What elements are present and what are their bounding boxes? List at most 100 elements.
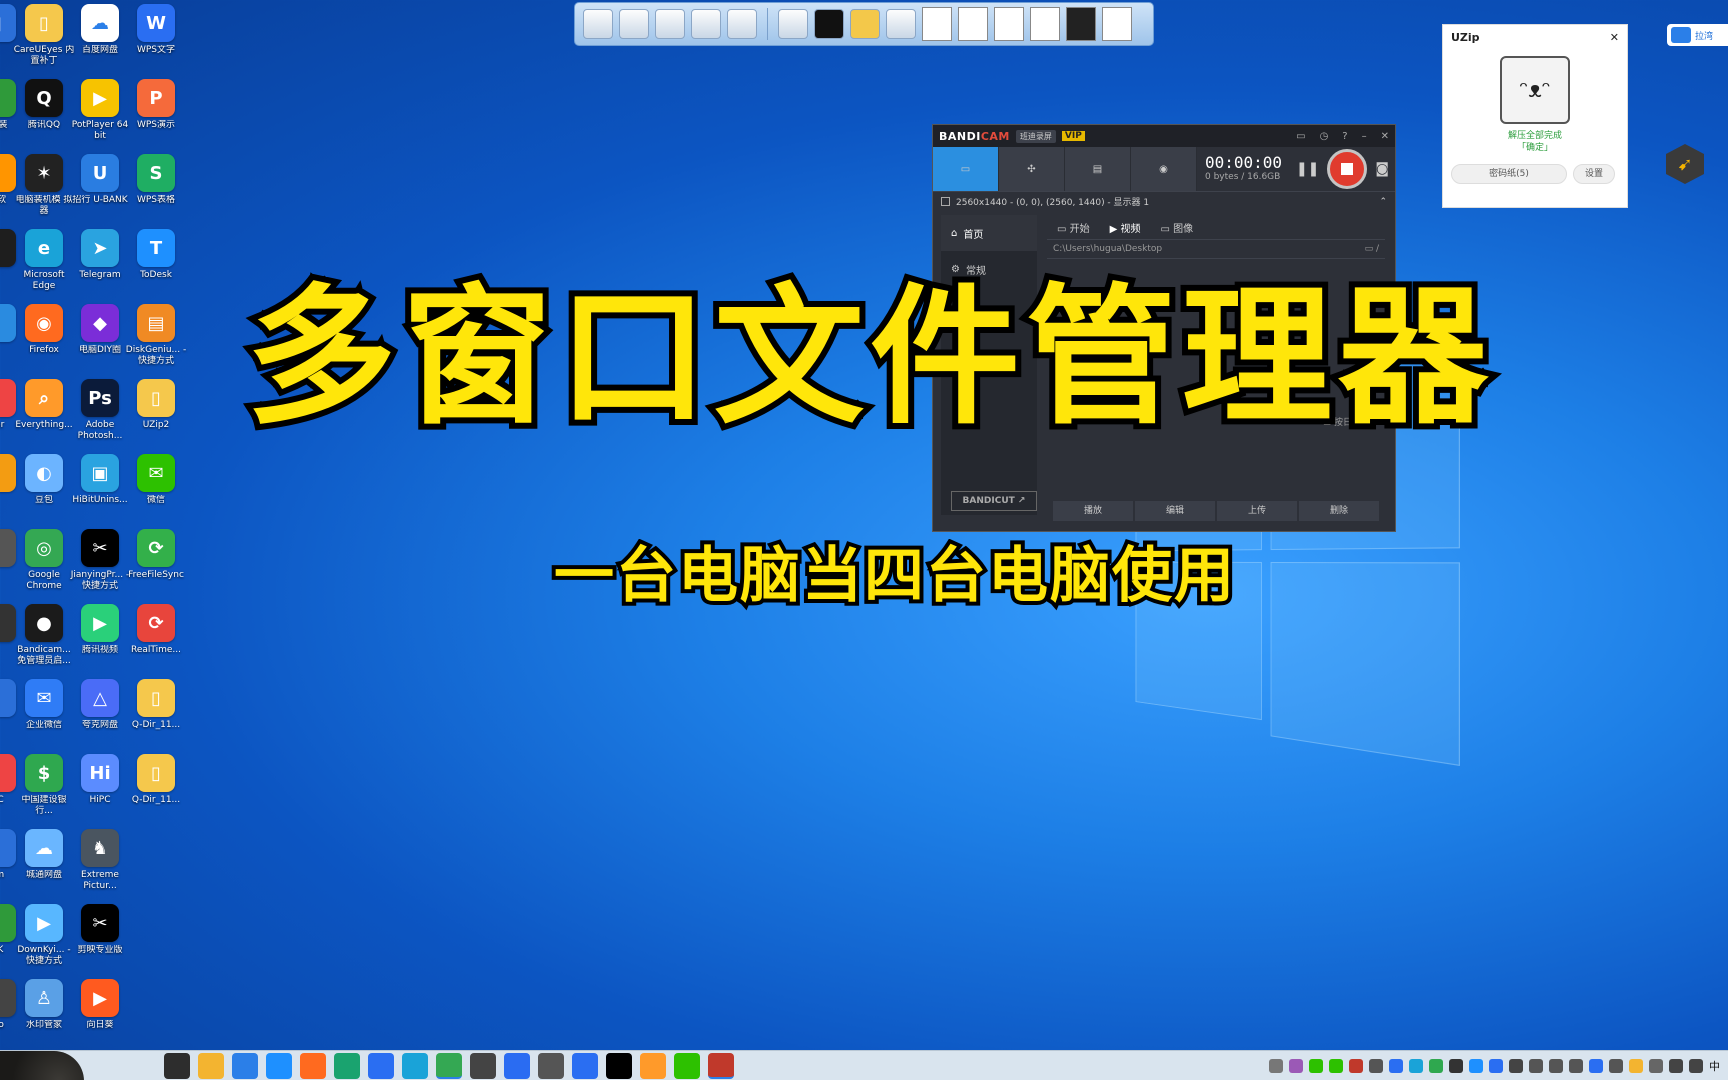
taskbar-app-icon[interactable] [266, 1052, 292, 1079]
desktop-shortcut[interactable]: ▯ CareUEyes 内置补丁 [12, 4, 76, 79]
window-thumbnail[interactable] [922, 7, 952, 41]
desktop-shortcut[interactable]: $ 中国建设银 行... [12, 754, 76, 829]
file-action-button[interactable]: 编辑 [1135, 501, 1215, 521]
keyboard-icon[interactable] [1269, 1058, 1283, 1073]
desktop-shortcut[interactable]: ✂ JianyingPr... - 快捷方式 [68, 529, 132, 604]
desktop-shortcut[interactable] [0, 304, 16, 379]
eye-icon[interactable] [1469, 1058, 1483, 1073]
bandicut-button[interactable]: BANDICUT ↗ [951, 491, 1037, 511]
desktop-shortcut[interactable]: ⟳ FreeFileSync [124, 529, 188, 604]
tools-icon[interactable] [850, 9, 880, 39]
close-icon[interactable]: ✕ [1381, 131, 1389, 142]
desktop-shortcut[interactable]: S WPS表格 [124, 154, 188, 229]
settings-button[interactable]: 设置 [1573, 164, 1615, 184]
shirt-icon[interactable] [814, 9, 844, 39]
desktop-shortcut[interactable]: e Microsoft Edge [12, 229, 76, 304]
chevron-up-icon[interactable]: ⌃ [1379, 197, 1387, 207]
game-mode-button[interactable]: ✣ [999, 147, 1065, 191]
globe-icon[interactable] [778, 9, 808, 39]
tab-start[interactable]: ▭ 开始 [1057, 220, 1090, 235]
webcam-button[interactable]: ◉ [1131, 147, 1197, 191]
network-icon[interactable] [1689, 1058, 1703, 1073]
mic-icon[interactable] [1289, 1058, 1303, 1073]
taskbar-app-icon[interactable] [708, 1052, 734, 1079]
desktop-shortcut[interactable]: ⌕ Everything... [12, 379, 76, 454]
app-tray-icon[interactable] [1389, 1058, 1403, 1073]
tab-video[interactable]: ▶ 视频 [1110, 220, 1141, 235]
password-note-button[interactable]: 密码纸(5) [1451, 164, 1567, 184]
close-icon[interactable]: ✕ [1610, 31, 1619, 44]
desktop-shortcut[interactable]: Ps Adobe Photosh... [68, 379, 132, 454]
app-tray-icon[interactable] [1589, 1058, 1603, 1073]
help-icon[interactable]: ? [1342, 131, 1347, 142]
desktop-shortcut[interactable]: ▶ 向日葵 [68, 979, 132, 1054]
desktop-shortcut[interactable]: ✂ 剪映专业版 [68, 904, 132, 979]
app-tray-icon[interactable] [1489, 1058, 1503, 1073]
desktop-shortcut[interactable]: ▯ Q-Dir_11... [124, 679, 188, 754]
app-tray-icon[interactable] [1629, 1058, 1643, 1073]
desktop-shortcut[interactable]: ▯ Q-Dir_11... [124, 754, 188, 829]
desktop-shortcut[interactable]: 文软 [0, 154, 16, 229]
desktop-shortcut[interactable]: T ToDesk [124, 229, 188, 304]
computer-icon[interactable] [583, 9, 613, 39]
hdmi-mode-button[interactable]: ▤ [1065, 147, 1131, 191]
desktop-shortcut[interactable] [0, 529, 16, 604]
baidu-cloud-float[interactable]: 拉湾 [1667, 24, 1728, 46]
start-button[interactable] [0, 1050, 84, 1080]
minimize-icon[interactable]: – [1362, 131, 1367, 142]
desktop-shortcut[interactable]: ◉ Firefox [12, 304, 76, 379]
ime-indicator[interactable]: 中 [1709, 1058, 1720, 1074]
window-thumbnail[interactable] [1102, 7, 1132, 41]
taskbar-app-icon[interactable] [504, 1052, 530, 1079]
desktop-shortcut[interactable]: ▣ HiBitUnins... [68, 454, 132, 529]
desktop-shortcut[interactable] [0, 454, 16, 529]
taskbar-app-icon[interactable] [198, 1052, 224, 1079]
file-action-button[interactable]: 删除 [1299, 501, 1379, 521]
desktop-shortcut[interactable]: ▶ 腾讯视频 [68, 604, 132, 679]
desktop-shortcut[interactable]: ✉ 企业微信 [12, 679, 76, 754]
app-tray-icon[interactable] [1549, 1058, 1563, 1073]
file-action-button[interactable]: 播放 [1053, 501, 1133, 521]
window-thumbnail[interactable] [958, 7, 988, 41]
volume-icon[interactable] [1649, 1058, 1663, 1073]
desktop-shortcut[interactable]: △ 夸克网盘 [68, 679, 132, 754]
recycle-bin-icon[interactable] [886, 9, 916, 39]
monitor-icon[interactable] [1669, 1058, 1683, 1073]
desktop-shortcut[interactable]: W WPS文字 [124, 4, 188, 79]
taskbar-app-icon[interactable] [436, 1052, 462, 1079]
region-bar[interactable]: 2560x1440 - (0, 0), (2560, 1440) - 显示器 1… [933, 191, 1395, 211]
desktop-shortcut[interactable]: ▯ UZip2 [124, 379, 188, 454]
desktop-shortcut[interactable]: ✶ 电脑装机模 拟器 [12, 154, 76, 229]
desktop-shortcut[interactable] [0, 604, 16, 679]
output-path[interactable]: C:\Users\hugua\Desktop ▭ / [1047, 239, 1385, 259]
desktop-shortcut[interactable]: dio [0, 979, 16, 1054]
desktop-shortcut[interactable]: 软 装 [0, 79, 16, 154]
folder-icon[interactable]: ▭ / [1365, 244, 1379, 254]
taskbar-app-icon[interactable] [300, 1052, 326, 1079]
desktop-shortcut[interactable]: ▮ [0, 4, 16, 79]
desktop-shortcut[interactable] [0, 229, 16, 304]
clock-icon[interactable]: ◷ [1320, 131, 1329, 142]
desktop-shortcut[interactable]: ☁ 城通网盘 [12, 829, 76, 904]
desktop-shortcut[interactable]: ☁ 百度网盘 [68, 4, 132, 79]
wechat-icon[interactable] [1309, 1058, 1323, 1073]
taskbar-app-icon[interactable] [572, 1052, 598, 1079]
bird-hexagon-icon[interactable]: ➹ [1666, 144, 1704, 184]
stop-record-button[interactable] [1327, 149, 1368, 189]
desktop-shortcut[interactable]: ◎ Google Chrome [12, 529, 76, 604]
desktop-shortcut[interactable]: ♞ Extreme Pictur... [68, 829, 132, 904]
desktop-shortcut[interactable]: om [0, 829, 16, 904]
desktop-shortcut[interactable]: ◆ 电脑DIY圈 [68, 304, 132, 379]
network-icon[interactable] [619, 9, 649, 39]
desktop-shortcut[interactable]: P WPS演示 [124, 79, 188, 154]
taskbar-app-icon[interactable] [538, 1052, 564, 1079]
window-thumbnail[interactable] [1066, 7, 1096, 41]
desktop-shortcut[interactable]: ✉ 微信 [124, 454, 188, 529]
wechat-icon[interactable] [1329, 1058, 1343, 1073]
desktop-shortcut[interactable]: ver [0, 379, 16, 454]
taskbar-app-icon[interactable] [368, 1052, 394, 1079]
folder-icon[interactable]: ▭ [1296, 131, 1305, 142]
desktop-shortcut[interactable]: U 招行 U-BANK [68, 154, 132, 229]
taskbar-app-icon[interactable] [470, 1052, 496, 1079]
desktop-shortcut[interactable]: Q 腾讯QQ [12, 79, 76, 154]
